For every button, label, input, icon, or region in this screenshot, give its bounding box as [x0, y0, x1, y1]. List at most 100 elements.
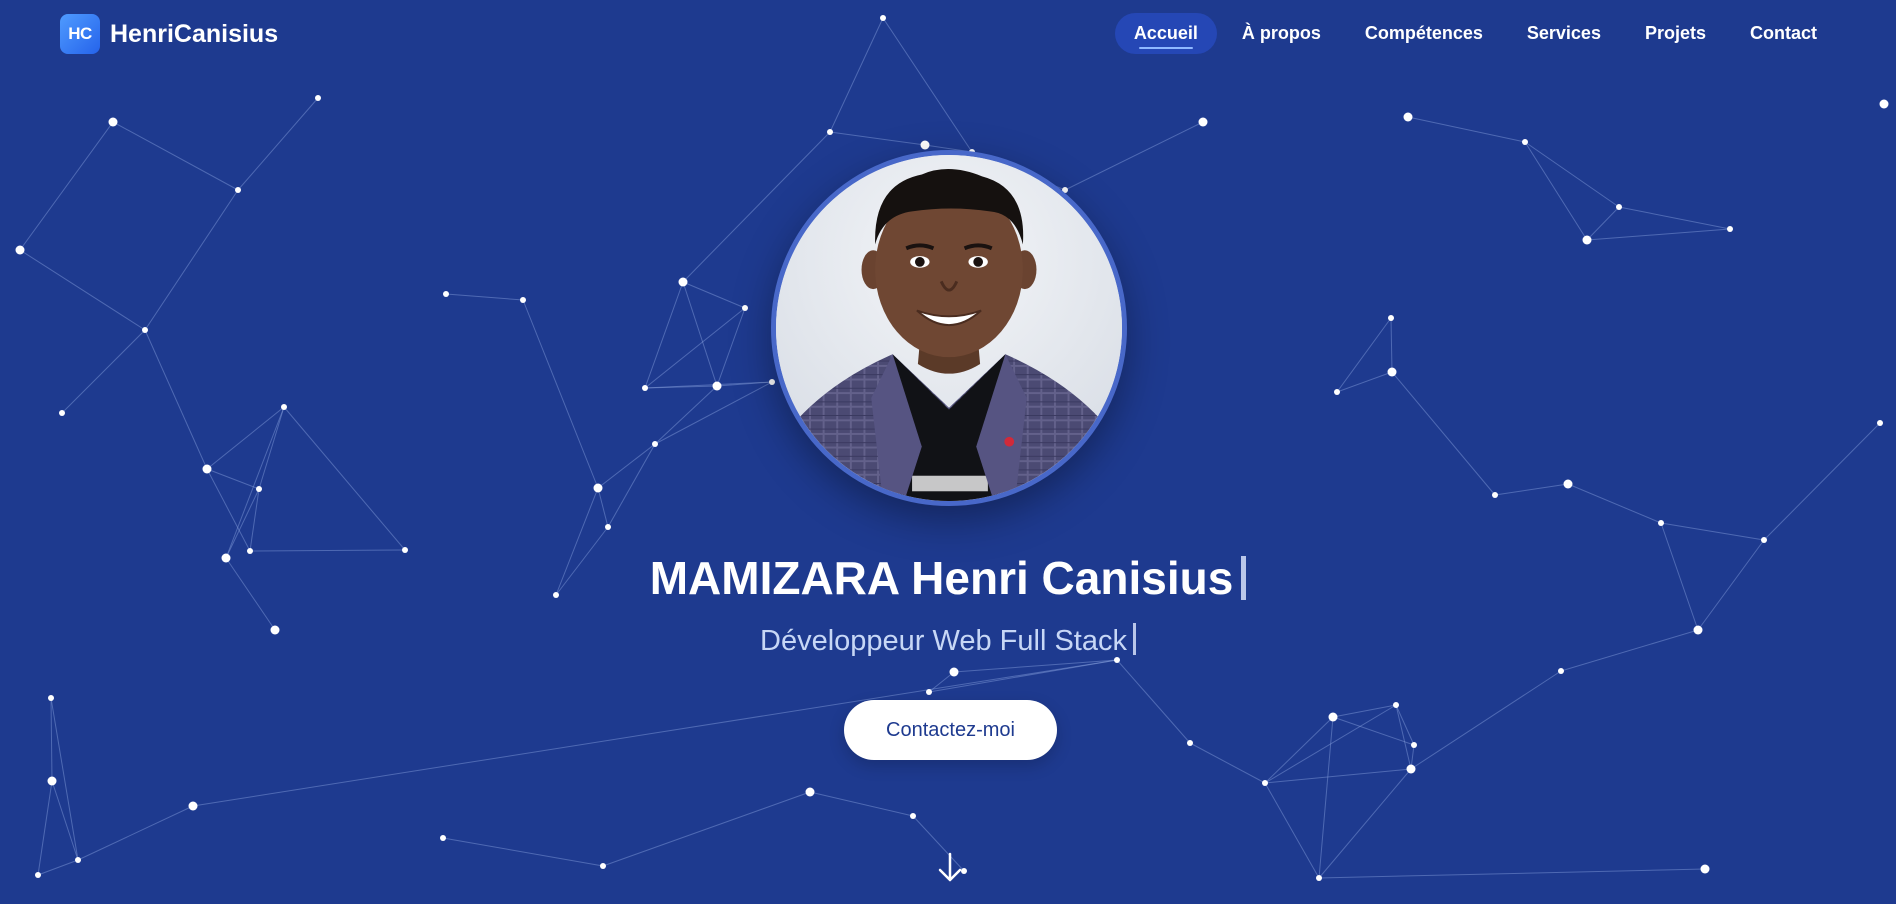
navbar: HC HenriCanisius Accueil À propos Compét…	[0, 0, 1896, 72]
typing-cursor	[1241, 556, 1247, 600]
nav-item-a-propos[interactable]: À propos	[1223, 13, 1340, 54]
network-link	[1189, 742, 1266, 784]
arrow-down-icon[interactable]	[937, 852, 963, 884]
network-node	[920, 140, 930, 150]
network-link	[654, 381, 773, 445]
network-link	[602, 791, 811, 867]
brand-logo[interactable]: HC HenriCanisius	[60, 14, 278, 54]
network-link	[1391, 371, 1496, 496]
network-node	[1563, 479, 1573, 489]
network-link	[61, 329, 146, 414]
typing-cursor-small	[1132, 623, 1136, 655]
network-node	[1262, 780, 1268, 786]
network-link	[1336, 371, 1393, 393]
network-node	[1877, 420, 1883, 426]
network-node	[440, 835, 446, 841]
network-node	[593, 483, 603, 493]
network-link	[1407, 116, 1526, 143]
network-link	[1395, 704, 1415, 746]
hero-subtitle: Développeur Web Full Stack	[0, 620, 1896, 662]
network-node	[48, 695, 54, 701]
network-node	[1316, 875, 1322, 881]
nav-item-contact[interactable]: Contact	[1731, 13, 1836, 54]
network-link	[1586, 228, 1731, 241]
network-link	[144, 329, 208, 470]
network-link	[237, 97, 319, 191]
network-link	[597, 443, 656, 489]
network-node	[1328, 712, 1338, 722]
network-link	[1318, 868, 1706, 879]
network-node	[188, 801, 198, 811]
nav-item-services[interactable]: Services	[1508, 13, 1620, 54]
profile-photo	[776, 155, 1122, 501]
network-link	[522, 299, 599, 489]
network-node	[1388, 315, 1394, 321]
network-node	[769, 379, 775, 385]
network-link	[644, 281, 684, 389]
network-node	[443, 291, 449, 297]
network-link	[1586, 206, 1620, 241]
network-link	[1763, 422, 1881, 541]
network-node	[1387, 367, 1397, 377]
network-link	[1336, 317, 1392, 393]
network-link	[37, 780, 53, 876]
network-link	[225, 406, 285, 559]
network-link	[607, 443, 656, 528]
network-link	[1395, 704, 1412, 770]
network-link	[19, 249, 146, 331]
network-link	[1410, 670, 1562, 770]
network-link	[1264, 716, 1334, 784]
network-link	[1524, 141, 1620, 208]
network-link	[1524, 141, 1588, 241]
nav-item-competences[interactable]: Compétences	[1346, 13, 1502, 54]
network-node	[281, 404, 287, 410]
network-link	[258, 406, 285, 490]
network-node	[652, 441, 658, 447]
profile-avatar	[771, 150, 1127, 506]
network-node	[1334, 389, 1340, 395]
network-link	[1567, 483, 1662, 524]
network-link	[50, 697, 53, 782]
network-node	[827, 129, 833, 135]
network-node	[600, 863, 606, 869]
network-link	[1618, 206, 1731, 230]
network-link	[206, 468, 251, 552]
network-link	[1494, 483, 1569, 496]
network-link	[51, 780, 79, 861]
network-node	[75, 857, 81, 863]
network-link	[1264, 782, 1320, 879]
network-link	[112, 121, 239, 191]
network-node	[256, 486, 262, 492]
network-node	[1879, 99, 1889, 109]
network-node	[1658, 520, 1664, 526]
hero-section: HC HenriCanisius Accueil À propos Compét…	[0, 0, 1896, 904]
network-node	[1411, 742, 1417, 748]
network-link	[829, 131, 926, 146]
network-node	[926, 689, 932, 695]
network-node	[108, 117, 118, 127]
nav-links: Accueil À propos Compétences Services Pr…	[1114, 13, 1836, 54]
nav-item-projets[interactable]: Projets	[1626, 13, 1725, 54]
network-node	[1616, 204, 1622, 210]
network-node	[1198, 117, 1208, 127]
network-node	[1582, 235, 1592, 245]
contact-button[interactable]: Contactez-moi	[844, 700, 1057, 760]
network-node	[605, 524, 611, 530]
hero-name: MAMIZARA Henri Canisius	[0, 548, 1896, 608]
network-node	[742, 305, 748, 311]
network-node	[1187, 740, 1193, 746]
network-node	[1393, 702, 1399, 708]
hero-subtitle-text: Développeur Web Full Stack	[760, 625, 1127, 657]
network-node	[520, 297, 526, 303]
network-link	[1660, 522, 1765, 541]
network-link	[1064, 121, 1204, 191]
network-link	[654, 385, 718, 445]
nav-item-accueil[interactable]: Accueil	[1114, 13, 1217, 54]
network-node	[1700, 864, 1710, 874]
network-link	[1116, 659, 1191, 744]
hero-name-text: MAMIZARA Henri Canisius	[649, 552, 1234, 604]
network-link	[644, 381, 773, 389]
network-node	[712, 381, 722, 391]
network-node	[15, 245, 25, 255]
network-link	[809, 791, 914, 817]
